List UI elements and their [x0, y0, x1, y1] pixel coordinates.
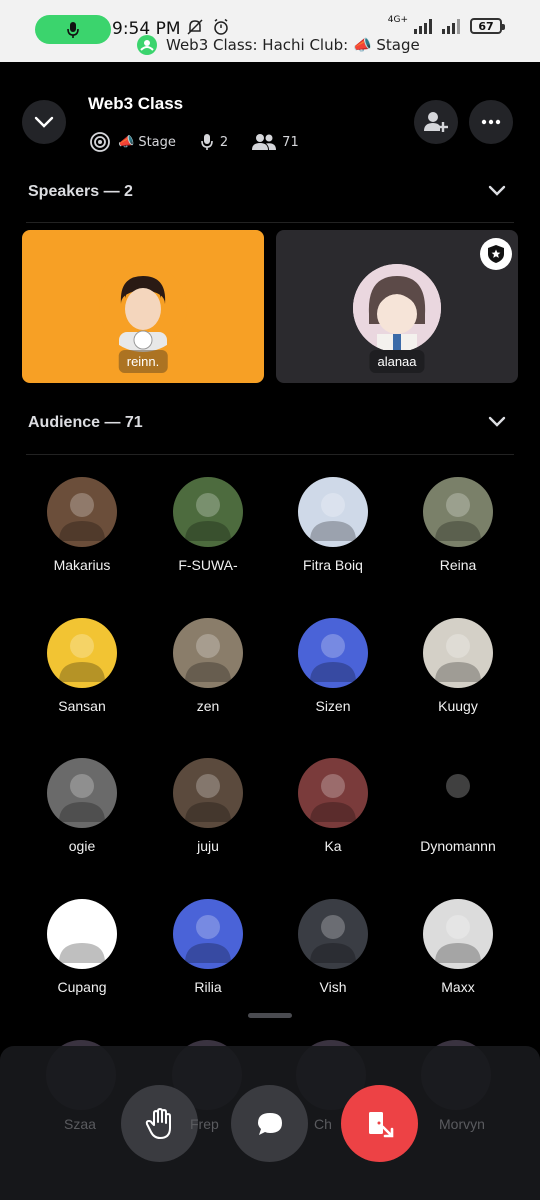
audience-member-name: Rilia [194, 979, 222, 995]
audience-collapse-chevron-icon[interactable] [488, 416, 506, 428]
avatar [298, 477, 368, 547]
stage-meta: 📣 Stage 2 71 [88, 131, 299, 153]
chat-button[interactable] [231, 1085, 308, 1162]
chat-bubble-icon [257, 1112, 282, 1135]
audience-member-name: Szaa [64, 1116, 96, 1132]
speaker-mic-icon [201, 134, 213, 150]
members-icon [252, 134, 277, 150]
avatar [47, 758, 117, 828]
stage-channel-icon [90, 132, 110, 152]
audience-member-name: Maxx [441, 979, 475, 995]
avatar [173, 899, 243, 969]
network-type: 4G+ [387, 15, 408, 25]
audience-member[interactable]: F-SUWA- [145, 477, 271, 573]
chevron-down-icon [34, 116, 54, 128]
audience-member-name: Morvyn [439, 1116, 485, 1132]
audience-member-name: Makarius [53, 557, 111, 573]
speaker-avatar [353, 264, 441, 352]
invite-button[interactable] [414, 100, 458, 144]
audience-member[interactable]: zen [145, 618, 271, 714]
avatar [423, 477, 493, 547]
stage-title: Web3 Class [88, 94, 184, 113]
avatar [173, 477, 243, 547]
divider [26, 454, 514, 455]
speakers-collapse-chevron-icon[interactable] [488, 185, 506, 197]
audience-member[interactable]: ogie [19, 758, 145, 854]
audience-member[interactable]: Fitra Boiq [270, 477, 396, 573]
avatar [47, 899, 117, 969]
signal-icon-2 [442, 19, 460, 34]
leave-stage-button[interactable] [341, 1085, 418, 1162]
collapse-button[interactable] [22, 100, 66, 144]
stage-icon [137, 35, 157, 55]
active-mic-indicator[interactable] [35, 15, 111, 44]
audience-member-name: Ka [324, 838, 342, 854]
audience-member-name: Reina [439, 557, 477, 573]
audience-member-name: ogie [68, 838, 96, 854]
sheet-grab-handle[interactable] [248, 1013, 292, 1018]
avatar [423, 899, 493, 969]
avatar [47, 477, 117, 547]
avatar [298, 758, 368, 828]
audience-member-name: Ch [314, 1116, 332, 1132]
audience-member-name: zen [196, 698, 220, 714]
audience-member-name: Vish [319, 979, 347, 995]
audience-member-name: Dynomannn [420, 838, 496, 854]
avatar [47, 618, 117, 688]
audience-member-name: Cupang [57, 979, 107, 995]
avatar [298, 899, 368, 969]
more-icon [481, 119, 501, 125]
audience-member[interactable]: Dynomannn [395, 758, 521, 854]
audience-member-name: Fitra Boiq [303, 557, 363, 573]
audience-member[interactable]: juju [145, 758, 271, 854]
speaker-tile-alanaa[interactable]: alanaa [276, 230, 518, 383]
audience-member-name: Sizen [315, 698, 351, 714]
stage-label: 📣 Stage [118, 134, 176, 150]
audience-member[interactable]: Sizen [270, 618, 396, 714]
ongoing-stage-banner[interactable]: Web3 Class: Hachi Club: 📣 Stage [136, 34, 420, 56]
audience-member-name: F-SUWA- [178, 557, 238, 573]
audience-member[interactable]: Cupang [19, 899, 145, 995]
audience-member-name: Kuugy [438, 698, 478, 714]
add-user-icon [424, 112, 448, 132]
avatar [298, 618, 368, 688]
audience-member[interactable]: Makarius [19, 477, 145, 573]
raise-hand-icon [145, 1107, 171, 1139]
raise-hand-button[interactable] [121, 1085, 198, 1162]
audience-member-name: Frep [190, 1116, 219, 1132]
audience-member[interactable]: Vish [270, 899, 396, 995]
signal-icon [414, 19, 432, 34]
avatar [173, 758, 243, 828]
speaker-avatar [99, 264, 187, 352]
audience-member[interactable]: Reina [395, 477, 521, 573]
audience-member[interactable]: Ka [270, 758, 396, 854]
audience-section-title: Audience — 71 [28, 414, 143, 431]
avatar [423, 758, 493, 828]
more-options-button[interactable] [469, 100, 513, 144]
moderator-badge [480, 238, 512, 270]
divider [26, 222, 514, 223]
listener-count: 71 [282, 134, 299, 150]
speaker-count: 2 [219, 134, 229, 150]
speakers-section-title: Speakers — 2 [28, 183, 133, 200]
audience-member-name: juju [197, 838, 219, 854]
avatar [173, 618, 243, 688]
leave-door-icon [368, 1111, 393, 1137]
audience-member-name: Sansan [58, 698, 106, 714]
speaker-name-tag: alanaa [369, 350, 425, 373]
status-bar: 9:54 PM 4G+ 67 Web3 Class: Hachi Club: 📣… [0, 0, 540, 62]
audience-member[interactable]: Maxx [395, 899, 521, 995]
speaker-name-tag: reinn. [118, 350, 168, 373]
speaker-tile-reinn[interactable]: reinn. [22, 230, 264, 383]
audience-member[interactable]: Rilia [145, 899, 271, 995]
microphone-icon [67, 21, 79, 38]
audience-member[interactable]: Kuugy [395, 618, 521, 714]
battery-indicator: 67 [470, 18, 505, 34]
audience-member[interactable]: Sansan [19, 618, 145, 714]
avatar [423, 618, 493, 688]
shield-star-icon [488, 245, 504, 263]
